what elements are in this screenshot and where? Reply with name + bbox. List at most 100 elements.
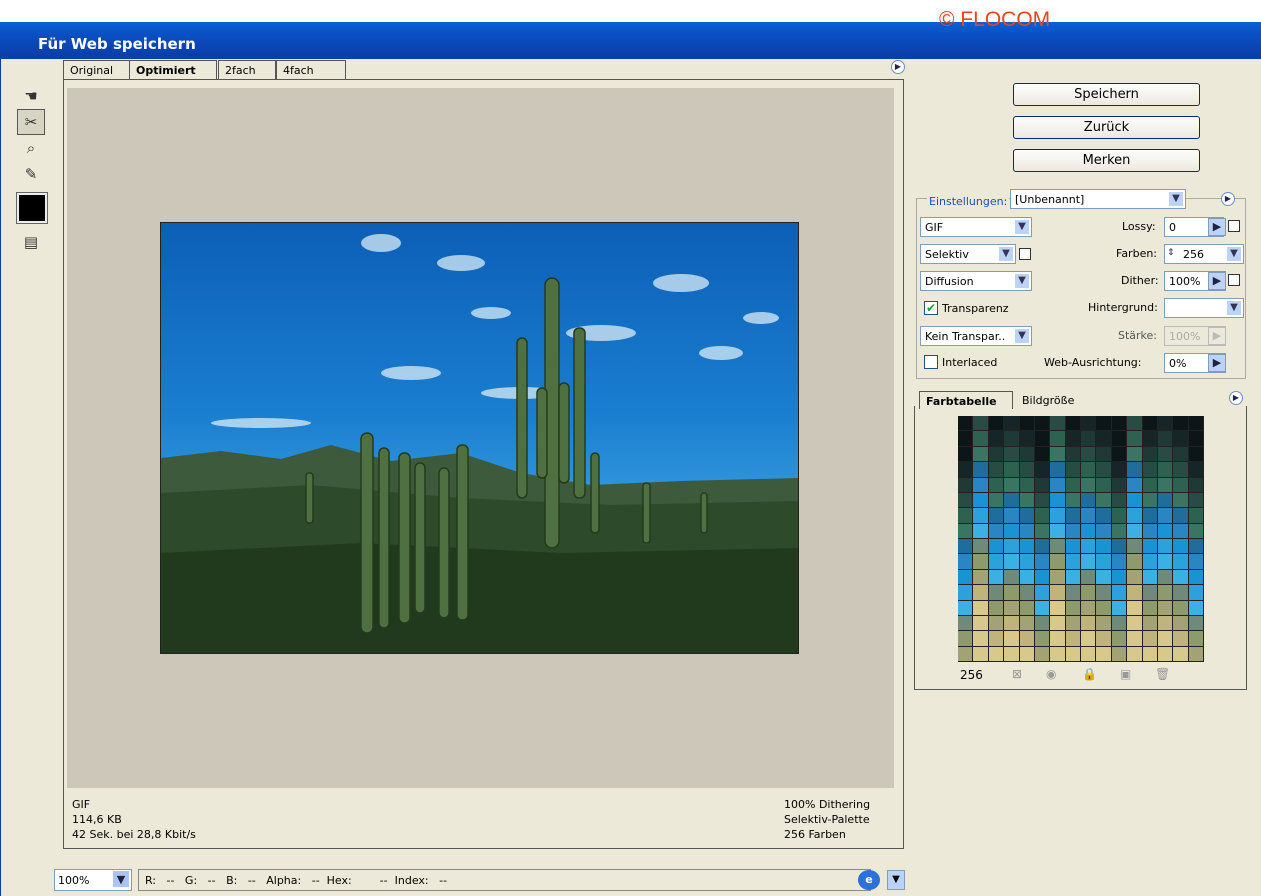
palette-swatch[interactable] bbox=[1065, 539, 1081, 555]
palette-swatch[interactable] bbox=[1096, 554, 1112, 570]
palette-swatch[interactable] bbox=[1142, 585, 1158, 601]
palette-swatch[interactable] bbox=[973, 508, 989, 524]
tab-4up[interactable]: 4fach bbox=[276, 60, 346, 79]
preview-window-icon[interactable]: ▤ bbox=[17, 229, 45, 255]
palette-swatch[interactable] bbox=[1111, 631, 1128, 647]
palette-swatch[interactable] bbox=[1019, 492, 1035, 509]
palette-swatch[interactable] bbox=[1096, 523, 1112, 539]
palette-swatch[interactable] bbox=[1034, 631, 1051, 647]
palette-swatch[interactable] bbox=[1004, 492, 1020, 509]
palette-swatch[interactable] bbox=[1065, 569, 1081, 586]
palette-swatch[interactable] bbox=[1142, 615, 1158, 632]
lossy-mask-icon[interactable] bbox=[1228, 220, 1240, 232]
palette-swatch[interactable] bbox=[1111, 554, 1128, 570]
palette-swatch[interactable] bbox=[1188, 615, 1204, 632]
palette-swatch[interactable] bbox=[1188, 416, 1204, 432]
palette-swatch[interactable] bbox=[1173, 477, 1189, 493]
palette-swatch[interactable] bbox=[988, 585, 1005, 601]
palette-swatch[interactable] bbox=[958, 431, 974, 447]
palette-swatch[interactable] bbox=[1081, 646, 1097, 662]
preview-menu-arrow-icon[interactable]: ▶ bbox=[891, 60, 905, 74]
stepper-icon[interactable]: ⇕ bbox=[1167, 248, 1175, 258]
palette-swatch[interactable] bbox=[1111, 523, 1128, 539]
palette-swatch[interactable] bbox=[1004, 585, 1020, 601]
palette-swatch[interactable] bbox=[1019, 446, 1035, 463]
palette-swatch[interactable] bbox=[1004, 446, 1020, 463]
browser-icon[interactable]: e bbox=[858, 870, 880, 890]
palette-swatch[interactable] bbox=[1142, 416, 1158, 432]
palette-swatch[interactable] bbox=[1142, 431, 1158, 447]
palette-swatch[interactable] bbox=[1127, 416, 1143, 432]
palette-swatch[interactable] bbox=[973, 646, 989, 662]
palette-swatch[interactable] bbox=[1188, 446, 1204, 463]
settings-menu-arrow-icon[interactable]: ▶ bbox=[1221, 192, 1235, 206]
palette-swatch[interactable] bbox=[1050, 477, 1066, 493]
palette-swatch[interactable] bbox=[1065, 523, 1081, 539]
palette-swatch[interactable] bbox=[958, 477, 974, 493]
map-transparent-icon[interactable]: ⊠ bbox=[1012, 667, 1022, 681]
palette-swatch[interactable] bbox=[1188, 539, 1204, 555]
palette-swatch[interactable] bbox=[1127, 631, 1143, 647]
palette-swatch[interactable] bbox=[1096, 492, 1112, 509]
palette-swatch[interactable] bbox=[1050, 646, 1066, 662]
palette-swatch[interactable] bbox=[988, 646, 1005, 662]
palette-swatch[interactable] bbox=[1004, 554, 1020, 570]
palette-swatch[interactable] bbox=[1050, 615, 1066, 632]
palette-swatch[interactable] bbox=[1173, 600, 1189, 616]
palette-swatch[interactable] bbox=[1050, 569, 1066, 586]
palette-swatch[interactable] bbox=[1127, 477, 1143, 493]
preset-select[interactable]: [Unbenannt] ▼ bbox=[1010, 189, 1186, 209]
palette-swatch[interactable] bbox=[1157, 431, 1174, 447]
palette-swatch[interactable] bbox=[1065, 477, 1081, 493]
lock-icon[interactable]: 🔒 bbox=[1082, 667, 1097, 681]
palette-swatch[interactable] bbox=[958, 416, 974, 432]
palette-swatch[interactable] bbox=[988, 554, 1005, 570]
palette-swatch[interactable] bbox=[958, 446, 974, 463]
palette-swatch[interactable] bbox=[1111, 416, 1128, 432]
palette-swatch[interactable] bbox=[1004, 508, 1020, 524]
palette-swatch[interactable] bbox=[1065, 646, 1081, 662]
palette-swatch[interactable] bbox=[1019, 554, 1035, 570]
palette-swatch[interactable] bbox=[958, 585, 974, 601]
palette-swatch[interactable] bbox=[973, 431, 989, 447]
palette-swatch[interactable] bbox=[973, 631, 989, 647]
palette-swatch[interactable] bbox=[1019, 508, 1035, 524]
palette-swatch[interactable] bbox=[1081, 523, 1097, 539]
palette-swatch[interactable] bbox=[1157, 554, 1174, 570]
palette-swatch[interactable] bbox=[1004, 462, 1020, 478]
palette-swatch[interactable] bbox=[958, 508, 974, 524]
palette-swatch[interactable] bbox=[1034, 446, 1051, 463]
palette-swatch[interactable] bbox=[1173, 631, 1189, 647]
slice-select-icon[interactable]: ✂ bbox=[17, 109, 45, 135]
palette-swatch[interactable] bbox=[1127, 523, 1143, 539]
palette-swatch[interactable] bbox=[1081, 431, 1097, 447]
palette-swatch[interactable] bbox=[1065, 585, 1081, 601]
palette-swatch[interactable] bbox=[1081, 600, 1097, 616]
palette-swatch[interactable] bbox=[1173, 508, 1189, 524]
palette-swatch[interactable] bbox=[1127, 585, 1143, 601]
palette-swatch[interactable] bbox=[1111, 477, 1128, 493]
palette-swatch[interactable] bbox=[1096, 615, 1112, 632]
palette-swatch[interactable] bbox=[1111, 462, 1128, 478]
transparency-checkbox[interactable]: ✔ bbox=[924, 301, 938, 315]
palette-swatch[interactable] bbox=[1034, 615, 1051, 632]
palette-swatch[interactable] bbox=[1173, 615, 1189, 632]
palette-swatch[interactable] bbox=[1019, 600, 1035, 616]
palette-swatch[interactable] bbox=[1050, 554, 1066, 570]
palette-swatch[interactable] bbox=[1019, 416, 1035, 432]
palette-swatch[interactable] bbox=[1034, 585, 1051, 601]
palette-swatch[interactable] bbox=[1034, 539, 1051, 555]
palette-swatch[interactable] bbox=[1188, 585, 1204, 601]
optimized-image-preview[interactable] bbox=[160, 222, 799, 654]
tab-2up[interactable]: 2fach bbox=[218, 60, 276, 79]
palette-swatch[interactable] bbox=[988, 477, 1005, 493]
colors-input[interactable]: 256 ▼ bbox=[1164, 244, 1244, 264]
palette-swatch[interactable] bbox=[988, 600, 1005, 616]
palette-swatch[interactable] bbox=[1188, 492, 1204, 509]
palette-swatch[interactable] bbox=[958, 554, 974, 570]
palette-swatch[interactable] bbox=[1127, 446, 1143, 463]
palette-swatch[interactable] bbox=[1081, 492, 1097, 509]
palette-swatch[interactable] bbox=[1065, 615, 1081, 632]
zoom-dropdown-icon[interactable]: ▼ bbox=[112, 870, 130, 888]
palette-swatch[interactable] bbox=[1111, 600, 1128, 616]
